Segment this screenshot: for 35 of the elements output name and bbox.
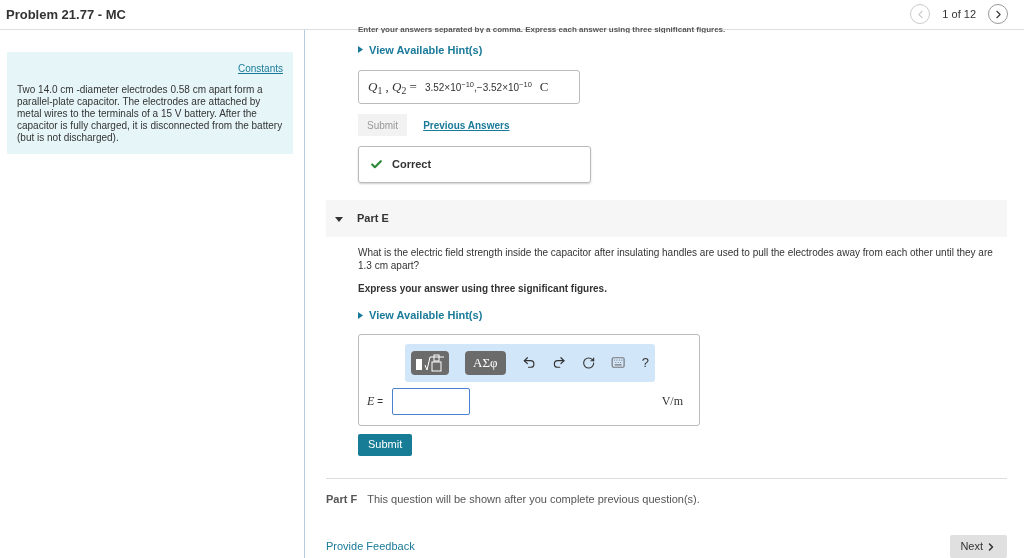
page-counter: 1 of 12 [942, 7, 976, 22]
check-icon [370, 158, 383, 171]
previous-answers-link[interactable]: Previous Answers [423, 117, 510, 133]
template-icon [415, 353, 446, 372]
symbols-button[interactable]: ΑΣφ [465, 350, 506, 375]
problem-text: Two 14.0 cm -diameter electrodes 0.58 cm apart form a parallel-plate capacitor. The electrodes are attached by metal wires to the terminals of a 15 V battery. After the capacitor is fully charged, it is disconnected from the battery (but is not discharged). [17, 83, 283, 144]
keyboard-icon[interactable] [611, 355, 626, 370]
instruction-text: Enter your answers separated by a comma. Express each answer using three significant figures. [358, 24, 727, 33]
redo-icon[interactable] [551, 355, 567, 370]
answer-input[interactable] [392, 387, 471, 415]
instruction-text: Express your answer using three significant figures. [358, 282, 608, 296]
constants-link[interactable]: Constants [237, 60, 283, 76]
part-f-title: Part F [326, 491, 358, 507]
undo-icon[interactable] [521, 355, 536, 370]
unit-label: C [539, 78, 549, 97]
submit-button[interactable]: Submit [358, 433, 413, 456]
unit-label: V/m [661, 393, 683, 410]
question-text: What is the electric field strength inside the capacitor after insulating handles are used to pull the electrodes away from each other until they are 1.3 cm apart? [358, 246, 994, 272]
answer-label: Q$_{1}$ , Q$_{2}$ = [368, 78, 417, 97]
feedback-link[interactable]: Provide Feedback [326, 538, 415, 555]
caret-icon [358, 46, 363, 54]
caret-icon [358, 311, 363, 319]
hints-link[interactable]: View Available Hint(s) [358, 307, 1007, 324]
variable-label: E [367, 393, 375, 410]
hints-link[interactable]: View Available Hint(s) [358, 41, 1007, 58]
feedback-text: Correct [392, 157, 432, 173]
answer-value: 3.52×10$^{−10}$,−3.52×10$^{−10}$ [424, 79, 532, 95]
next-button[interactable]: Next [950, 535, 1007, 558]
reset-icon[interactable] [582, 355, 596, 370]
equals-sign: = [377, 394, 384, 409]
part-f-message: This question will be shown after you complete previous question(s). [367, 491, 700, 507]
help-button[interactable]: ? [641, 352, 649, 373]
part-e-header[interactable]: Part E [326, 200, 1007, 237]
problem-title: Problem 21.77 - MC [6, 5, 126, 24]
templates-button[interactable] [411, 350, 450, 375]
